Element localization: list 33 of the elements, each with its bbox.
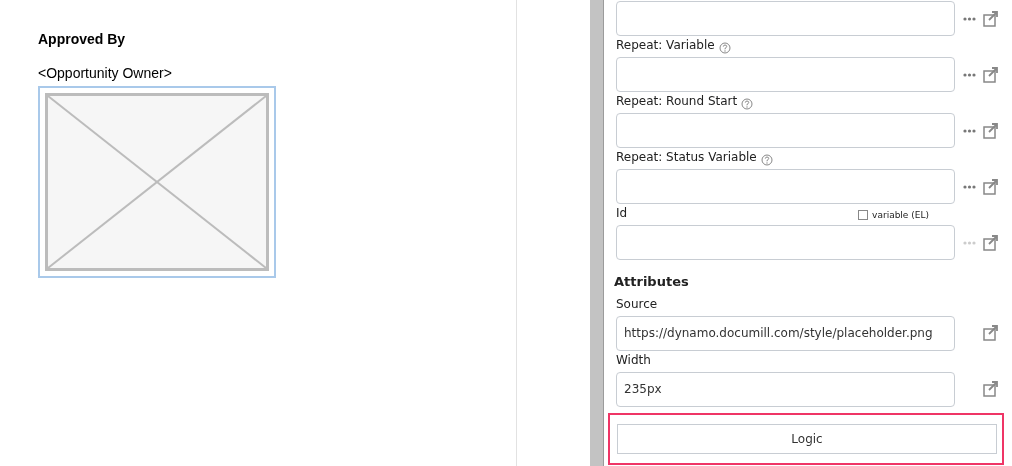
field-label: Source [616, 295, 658, 313]
help-icon[interactable] [741, 98, 754, 110]
field-label: Repeat: Round Start [616, 93, 738, 110]
text-field[interactable] [616, 169, 955, 204]
section-heading: Approved By [38, 30, 127, 49]
field-label: Width [616, 351, 651, 369]
text-field[interactable] [616, 57, 955, 92]
text-field[interactable]: 235px [616, 371, 955, 407]
external-link-icon[interactable] [983, 66, 998, 83]
more-options-icon[interactable] [963, 72, 976, 77]
owner-placeholder-text: <Opportunity Owner> [38, 64, 173, 83]
field-label: Repeat: Status Variable [616, 149, 757, 166]
external-link-icon[interactable] [983, 234, 998, 251]
help-icon[interactable] [760, 154, 773, 166]
external-link-icon[interactable] [983, 122, 998, 139]
logic-button[interactable]: Logic [617, 423, 997, 454]
field-label: Repeat: Variable [616, 37, 715, 54]
external-link-icon[interactable] [983, 10, 998, 27]
checkbox-label: variable (EL) [872, 208, 929, 222]
checkbox[interactable] [858, 210, 869, 221]
text-field[interactable] [616, 225, 955, 260]
more-options-icon[interactable] [963, 16, 976, 21]
field-label: Id [616, 205, 628, 222]
more-options-icon[interactable] [963, 128, 976, 133]
external-link-icon[interactable] [983, 381, 998, 397]
section-title: Attributes [614, 273, 690, 291]
external-link-icon[interactable] [983, 178, 998, 195]
text-field[interactable] [616, 113, 955, 148]
help-icon[interactable] [718, 42, 731, 54]
external-link-icon[interactable] [983, 325, 998, 341]
text-field[interactable] [616, 1, 955, 36]
more-options-icon[interactable] [963, 184, 976, 189]
text-field[interactable]: https://dynamo.documill.com/style/placeholder.png [616, 315, 955, 351]
